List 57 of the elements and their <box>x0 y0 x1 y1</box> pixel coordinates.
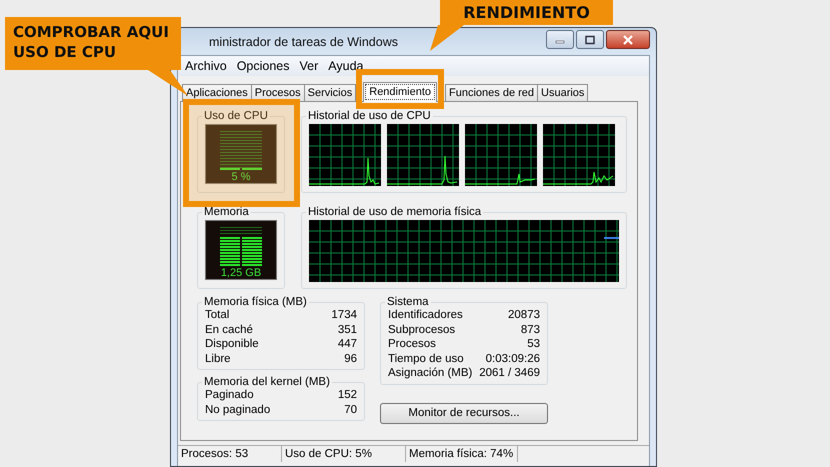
group-title: Memoria del kernel (MB) <box>203 376 331 388</box>
tab[interactable]: Usuarios <box>537 84 588 101</box>
field-value: 2061 / 3469 <box>479 366 540 380</box>
meter-reading: 1,25 GB <box>220 267 262 279</box>
field-value: 351 <box>336 322 357 337</box>
window-title: ministrador de tareas de Windows <box>209 34 398 48</box>
field-label: Procesos <box>388 337 437 352</box>
maximize-button[interactable] <box>576 30 604 49</box>
field-value: 96 <box>343 352 357 366</box>
tab[interactable]: Funciones de red <box>445 84 538 101</box>
status-text: Memoria física: 74% <box>406 446 518 462</box>
field-value: 152 <box>338 388 357 402</box>
field-label: Identificadores <box>388 308 464 322</box>
field-label: Paginado <box>205 388 255 402</box>
field-label: Subprocesos <box>388 322 456 337</box>
field-label: En caché <box>205 322 254 337</box>
cpu-history-graph <box>309 124 381 186</box>
menu-item[interactable]: Archivo <box>180 59 232 73</box>
group-title: Memoria física (MB) <box>203 296 308 308</box>
menu-item[interactable]: Opciones <box>232 59 294 73</box>
field-value: 873 <box>520 322 540 337</box>
cpu-history-graph <box>465 124 537 186</box>
field-value: 53 <box>526 337 540 352</box>
close-button[interactable] <box>606 30 650 49</box>
maximize-icon <box>584 34 596 44</box>
status-text: Uso de CPU: 5% <box>282 446 406 462</box>
resource-monitor-button[interactable]: Monitor de recursos... <box>380 402 548 424</box>
close-icon <box>622 34 634 44</box>
group-title: Memoria <box>203 206 250 218</box>
field-label: Disponible <box>205 337 260 352</box>
field-value: 20873 <box>507 308 540 322</box>
minimize-button[interactable] <box>546 30 574 49</box>
group-title: Historial de uso de CPU <box>307 110 432 122</box>
callout-pointer <box>148 70 188 96</box>
group-title: Historial de uso de memoria física <box>307 206 482 218</box>
cpu-history-graph <box>387 124 459 186</box>
field-label: Libre <box>205 352 232 366</box>
field-label: No paginado <box>205 402 272 417</box>
menu-item[interactable]: Ayuda <box>323 59 368 73</box>
tab[interactable]: Aplicaciones <box>182 84 252 101</box>
field-value: 1734 <box>331 308 357 322</box>
group-title: Uso de CPU <box>203 110 269 122</box>
field-label: Asignación (MB) <box>388 366 474 380</box>
tab[interactable]: Procesos <box>250 84 305 101</box>
cpu-history-graph <box>543 124 615 186</box>
meter-reading: 5 % <box>232 171 250 183</box>
menu-item[interactable]: Ver <box>294 59 324 73</box>
field-value: 447 <box>336 337 357 352</box>
status-text: Procesos: 53 <box>178 446 282 462</box>
field-value: 70 <box>343 402 357 417</box>
field-value: 0:03:09:26 <box>484 352 540 366</box>
group-title: Sistema <box>386 296 430 308</box>
field-label: Tiempo de uso <box>388 352 465 366</box>
tab[interactable]: Servicios <box>304 84 356 101</box>
meter-fill <box>220 236 262 266</box>
field-label: Total <box>205 308 230 322</box>
tab[interactable]: Rendimiento <box>363 82 438 102</box>
